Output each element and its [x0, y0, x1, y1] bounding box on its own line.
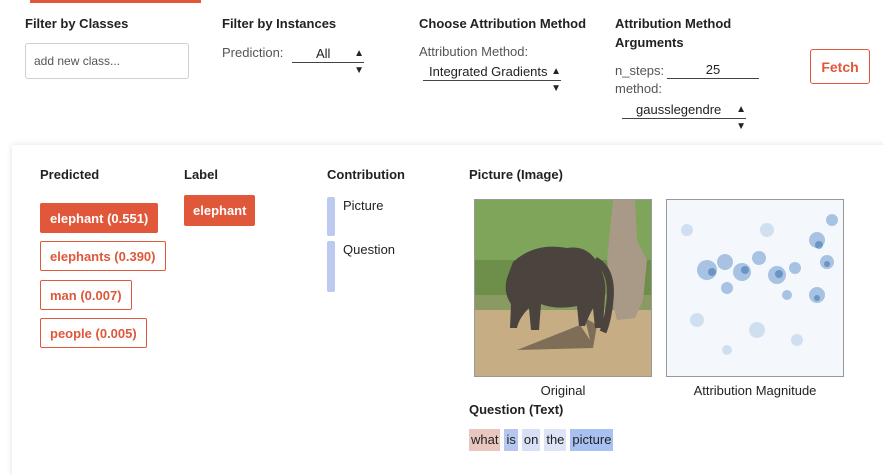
question-token: picture — [570, 429, 614, 451]
contribution-bar-picture — [327, 197, 335, 236]
filter-instances-title: Filter by Instances — [222, 16, 337, 31]
question-token: is — [504, 429, 518, 451]
n-steps-label: n_steps: — [615, 63, 665, 78]
predicted-header: Predicted — [40, 167, 100, 182]
label-badge: elephant — [184, 195, 256, 226]
attribution-heatmap — [666, 199, 844, 377]
original-image — [474, 199, 652, 377]
prediction-badge: elephants (0.390) — [40, 241, 166, 271]
contribution-bar-question — [327, 241, 335, 292]
prediction-select-value: All — [316, 46, 331, 61]
picture-header: Picture (Image) — [469, 167, 563, 182]
contribution-label-question: Question — [343, 242, 396, 257]
prediction-badge: people (0.005) — [40, 318, 147, 348]
question-token: the — [544, 429, 567, 451]
integration-method-value: gausslegendre — [636, 102, 722, 117]
results-panel: Predicted Label Contribution Picture (Im… — [12, 145, 883, 475]
attribution-method-value: Integrated Gradients — [429, 64, 548, 79]
attribution-method-label: Attribution Method: — [419, 44, 529, 59]
original-image-caption: Original — [540, 383, 586, 398]
contribution-header: Contribution — [327, 167, 405, 182]
prediction-badge: elephant (0.551) — [40, 203, 159, 233]
question-token: what — [469, 429, 501, 451]
filter-panel: Filter by Classes Filter by Instances Pr… — [0, 0, 883, 135]
attribution-method-select[interactable]: Integrated Gradients ▲ ▼ — [423, 63, 561, 94]
attribution-image-caption: Attribution Magnitude — [693, 383, 817, 398]
prediction-label: Prediction: — [222, 45, 284, 60]
class-filter-input[interactable] — [25, 43, 189, 79]
attribution-method-title: Choose Attribution Method — [419, 16, 587, 31]
integration-method-select[interactable]: gausslegendre ▲ ▼ — [622, 101, 746, 132]
method-arg-label: method: — [615, 81, 662, 96]
question-tokens: what is on the picture — [469, 429, 614, 451]
method-arguments-title: Attribution Method Arguments — [615, 16, 732, 50]
label-header: Label — [184, 167, 218, 182]
filter-classes-title: Filter by Classes — [25, 16, 129, 31]
n-steps-input[interactable] — [667, 61, 759, 79]
fetch-button[interactable]: Fetch — [810, 49, 870, 84]
select-arrows-icon: ▲ ▼ — [551, 66, 561, 94]
select-arrows-icon: ▲ ▼ — [736, 104, 746, 132]
question-header: Question (Text) — [469, 402, 564, 417]
prediction-badge: man (0.007) — [40, 280, 132, 310]
question-token: on — [521, 429, 541, 451]
select-arrows-icon: ▲ ▼ — [354, 48, 364, 76]
prediction-select[interactable]: All ▲ ▼ — [292, 45, 364, 76]
contribution-label-picture: Picture — [343, 198, 384, 213]
